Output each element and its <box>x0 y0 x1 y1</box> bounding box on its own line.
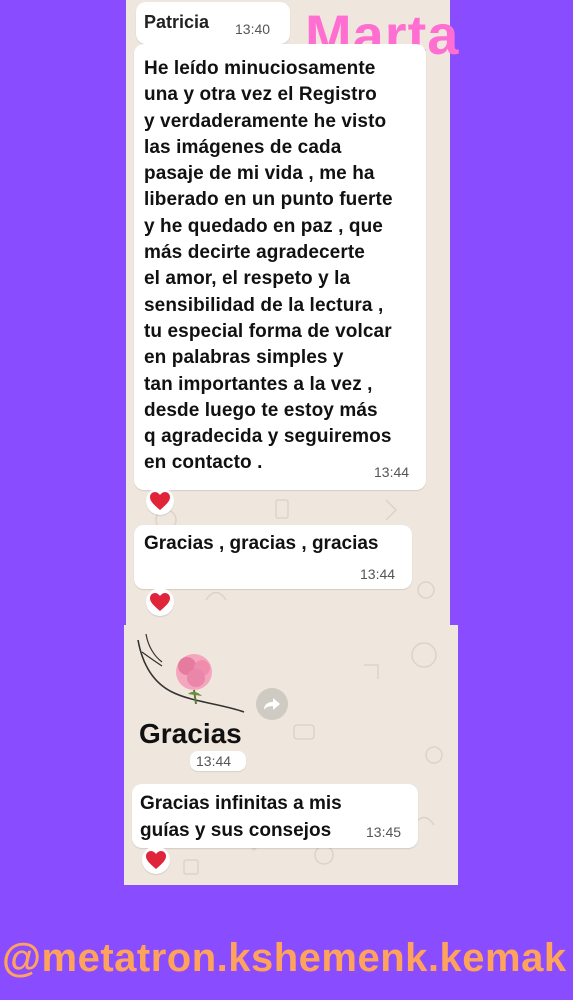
heart-icon <box>146 851 166 869</box>
message-text: He leído minuciosamente una y otra vez e… <box>144 58 393 474</box>
message-bubble[interactable]: He leído minuciosamente una y otra vez e… <box>134 44 426 490</box>
reaction-heart[interactable] <box>146 588 174 616</box>
sticker-caption: Gracias <box>139 718 242 749</box>
forward-button[interactable] <box>256 688 288 720</box>
reaction-heart[interactable] <box>146 487 174 515</box>
heart-icon <box>150 492 170 510</box>
sender-timestamp: 13:40 <box>235 21 271 37</box>
message-timestamp: 13:44 <box>374 464 410 480</box>
message-text: Gracias , gracias , gracias <box>144 533 379 554</box>
sender-header: Patricia 13:40 <box>136 2 290 44</box>
rose-sticker[interactable] <box>132 632 252 732</box>
message-timestamp: 13:44 <box>196 753 232 769</box>
forward-icon <box>264 698 280 710</box>
heart-icon <box>150 593 170 611</box>
message-bubble-gracias[interactable]: Gracias , gracias , gracias 13:44 <box>134 525 412 589</box>
message-timestamp: 13:45 <box>366 824 402 840</box>
message-timestamp: 13:44 <box>360 566 396 582</box>
message-bubble-infinitas[interactable]: Gracias infinitas a mis guías y sus cons… <box>132 784 418 848</box>
sender-name: Patricia <box>144 12 210 32</box>
reaction-heart[interactable] <box>142 846 170 874</box>
message-text: Gracias infinitas a mis guías y sus cons… <box>140 793 342 841</box>
sticker-time-badge: 13:44 <box>190 751 246 771</box>
social-handle: @metatron.kshemenk.kemak <box>2 936 567 980</box>
